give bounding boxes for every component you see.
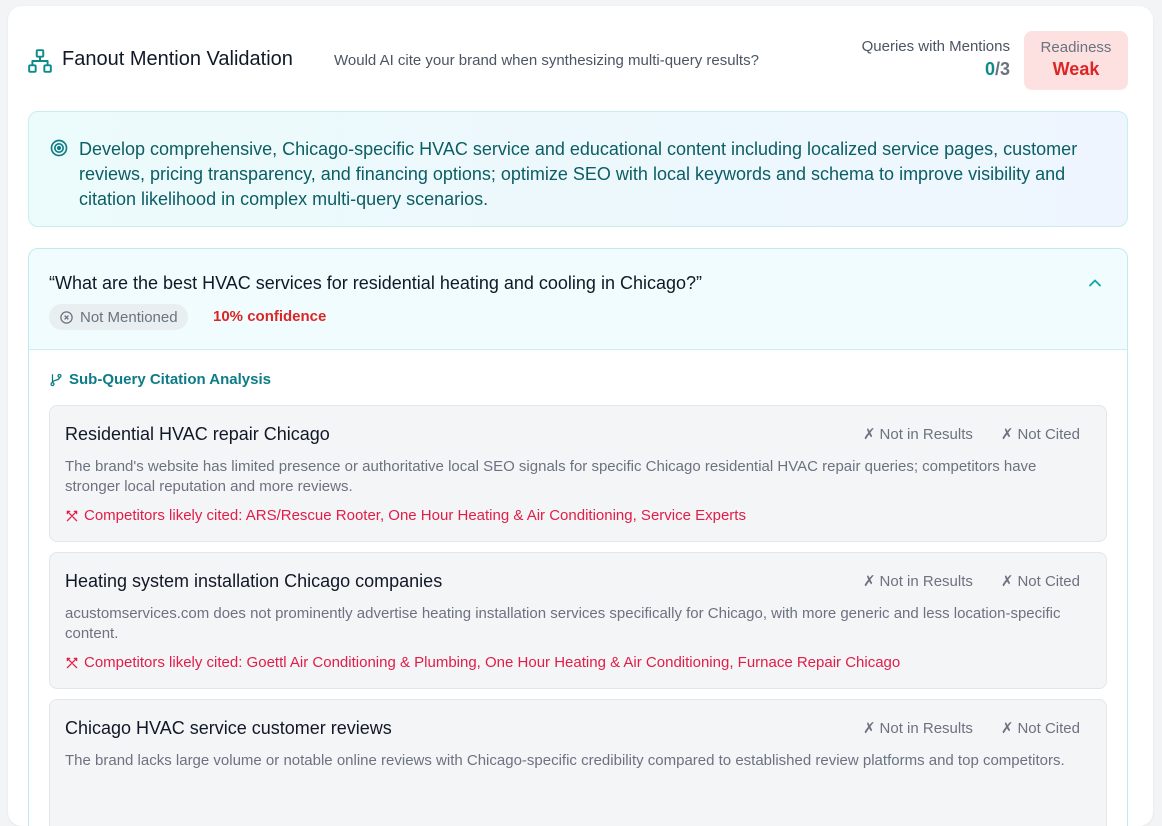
subquery-card: Chicago HVAC service customer reviews ✗ N…: [49, 699, 1107, 826]
query-text: “What are the best HVAC services for res…: [49, 273, 703, 293]
results-flag: ✗ Not in Results: [862, 425, 973, 444]
sitemap-icon: [28, 49, 52, 73]
subquery-heading-text: Sub-Query Citation Analysis: [69, 371, 271, 388]
mentions-label: Queries with Mentions: [861, 38, 1010, 55]
subquery-card: Residential HVAC repair Chicago ✗ Not in …: [49, 405, 1107, 542]
cited-flag: ✗ Not Cited: [1000, 425, 1080, 444]
status-text: Not Mentioned: [80, 308, 178, 326]
cited-text: Not Cited: [1017, 425, 1080, 443]
target-icon: [50, 139, 68, 157]
fanout-validation-card: Fanout Mention Validation Would AI cite …: [8, 6, 1153, 826]
circle-x-icon: [60, 310, 73, 324]
subquery-flags: ✗ Not in Results ✗ Not Cited: [862, 719, 1080, 738]
cited-flag: ✗ Not Cited: [1000, 572, 1080, 591]
mentions-count: 0: [984, 59, 995, 79]
subquery-name: Chicago HVAC service customer reviews: [65, 718, 392, 738]
cited-text: Not Cited: [1017, 719, 1080, 737]
x-icon: ✗: [1000, 720, 1014, 737]
chevron-up-icon[interactable]: [1085, 273, 1105, 293]
results-text: Not in Results: [879, 425, 973, 443]
subquery-name: Residential HVAC repair Chicago: [65, 424, 330, 444]
recommendation-box: Develop comprehensive, Chicago-specific …: [28, 111, 1128, 227]
query-header[interactable]: “What are the best HVAC services for res…: [29, 249, 1127, 350]
recommendation-text: Develop comprehensive, Chicago-specific …: [79, 139, 1078, 209]
x-icon: ✗: [862, 573, 876, 590]
competitors-text: Competitors likely cited: Goettl Air Con…: [84, 654, 901, 671]
x-icon: ✗: [862, 426, 876, 443]
git-branch-icon: [50, 373, 62, 386]
crossed-swords-icon: [66, 657, 78, 668]
x-icon: ✗: [1000, 573, 1014, 590]
x-icon: ✗: [1000, 426, 1014, 443]
results-flag: ✗ Not in Results: [862, 572, 973, 591]
readiness-badge: Readiness Weak: [1024, 31, 1128, 90]
subquery-description: acustomservices.com does not prominently…: [65, 605, 1061, 642]
card-header: Fanout Mention Validation Would AI cite …: [8, 6, 1153, 106]
mentions-value: 0/3: [862, 59, 1010, 80]
subquery-description: The brand's website has limited presence…: [65, 458, 1037, 495]
competitors-text: Competitors likely cited: ARS/Rescue Roo…: [84, 507, 746, 524]
subquery-name: Heating system installation Chicago comp…: [65, 571, 443, 591]
subquery-description: The brand lacks large volume or notable …: [65, 752, 1065, 769]
results-flag: ✗ Not in Results: [862, 719, 973, 738]
query-panel: “What are the best HVAC services for res…: [28, 248, 1128, 826]
subquery-heading: Sub-Query Citation Analysis: [49, 371, 271, 388]
readiness-label: Readiness: [1040, 39, 1112, 56]
competitors-line: Competitors likely cited: Goettl Air Con…: [65, 654, 1084, 671]
readiness-value: Weak: [1052, 59, 1100, 79]
subquery-flags: ✗ Not in Results ✗ Not Cited: [862, 572, 1080, 591]
page-title: Fanout Mention Validation: [62, 48, 293, 70]
cited-text: Not Cited: [1017, 572, 1080, 590]
cited-flag: ✗ Not Cited: [1000, 719, 1080, 738]
results-text: Not in Results: [879, 572, 973, 590]
mentions-total: /3: [994, 59, 1010, 79]
confidence-value: 10% confidence: [213, 308, 327, 325]
status-badge: Not Mentioned: [49, 304, 188, 330]
competitors-line: Competitors likely cited: ARS/Rescue Roo…: [65, 507, 1084, 524]
x-icon: ✗: [862, 720, 876, 737]
results-text: Not in Results: [879, 719, 973, 737]
subquery-flags: ✗ Not in Results ✗ Not Cited: [862, 425, 1080, 444]
crossed-swords-icon: [66, 510, 78, 521]
page-subtitle: Would AI cite your brand when synthesizi…: [334, 52, 759, 69]
mentions-stat: Queries with Mentions 0/3: [862, 38, 1010, 80]
subquery-card: Heating system installation Chicago comp…: [49, 552, 1107, 689]
